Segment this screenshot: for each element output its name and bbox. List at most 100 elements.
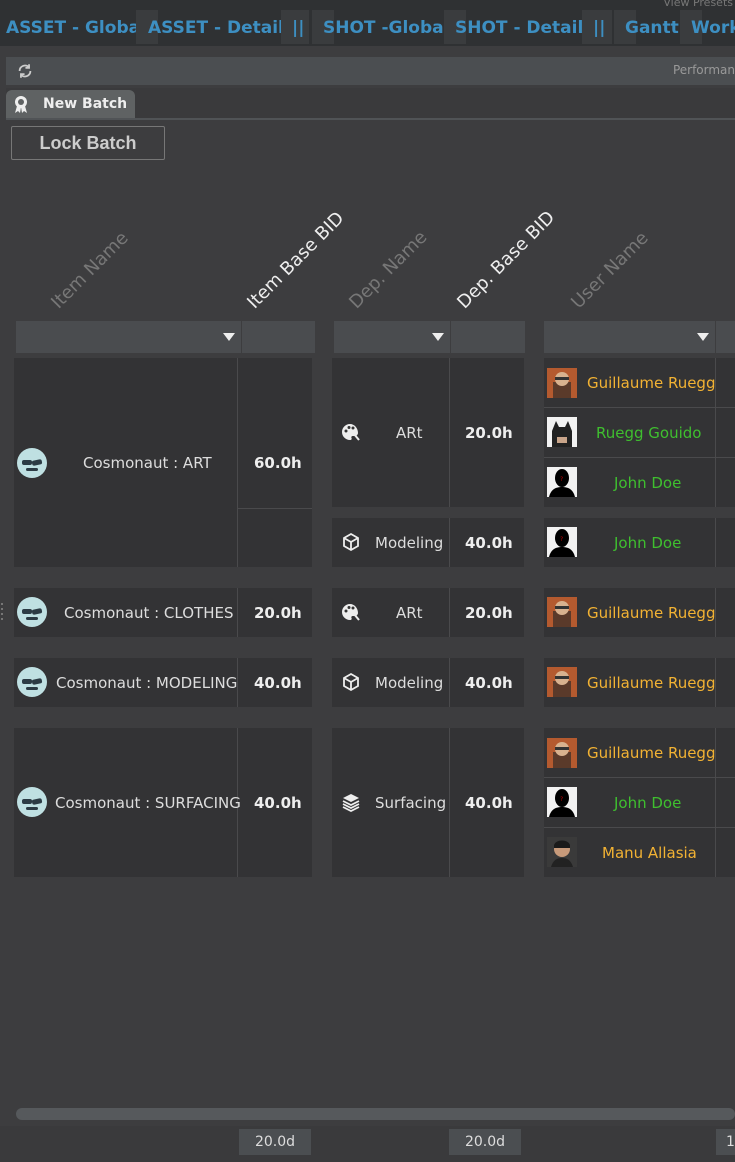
palette-icon xyxy=(342,424,360,441)
user-name: Manu Allasia xyxy=(602,844,697,862)
avatar xyxy=(547,417,577,447)
dropdown-arrow-icon xyxy=(223,333,235,341)
palette-icon xyxy=(342,604,360,621)
table-row-item[interactable]: Cosmonaut : CLOTHES 20.0h xyxy=(14,588,312,637)
preset-divider-1[interactable]: || xyxy=(292,14,304,42)
avatar xyxy=(547,368,577,398)
table-row-users[interactable]: Guillaume Ruegg ? John Doe Manu Allasia xyxy=(544,728,735,877)
cube-icon xyxy=(343,532,359,552)
totals-footer xyxy=(0,1126,735,1162)
svg-text:?: ? xyxy=(560,796,563,803)
avatar xyxy=(547,667,577,697)
asset-face-icon xyxy=(17,667,47,697)
user-name: Guillaume Ruegg xyxy=(587,604,716,622)
preset-shot-details[interactable]: SHOT - Details xyxy=(455,14,593,42)
tab-new-batch[interactable]: New Batch xyxy=(6,90,135,118)
dep-name: Modeling xyxy=(375,534,444,552)
avatar: ? xyxy=(547,527,577,557)
user-name: John Doe xyxy=(614,474,682,492)
cell-divider xyxy=(544,777,735,778)
avatar xyxy=(547,597,577,627)
avatar xyxy=(547,738,577,768)
table-row-item[interactable]: Cosmonaut : MODELING 40.0h xyxy=(14,658,312,707)
cell-divider xyxy=(237,358,238,567)
table-row-item[interactable]: Cosmonaut : SURFACING 40.0h xyxy=(14,728,312,877)
horizontal-scrollbar[interactable] xyxy=(16,1108,735,1120)
item-base-bid: 60.0h xyxy=(254,454,302,472)
refresh-icon[interactable] xyxy=(16,62,34,80)
avatar: ? xyxy=(547,467,577,497)
cell-divider xyxy=(715,518,716,567)
cell-divider xyxy=(237,508,312,509)
cell-divider xyxy=(449,658,450,707)
item-name: Cosmonaut : ART xyxy=(83,454,212,472)
dep-base-bid: 40.0h xyxy=(465,534,513,552)
asset-face-icon xyxy=(17,448,47,478)
lock-batch-button[interactable]: Lock Batch xyxy=(11,126,165,160)
user-name: John Doe xyxy=(614,794,682,812)
tab-underline xyxy=(6,118,735,120)
item-base-bid: 40.0h xyxy=(254,674,302,692)
dep-name: ARt xyxy=(396,424,423,442)
table-row-users[interactable]: Guillaume Ruegg Ruegg Gouido ? John Doe xyxy=(544,358,735,507)
item-base-bid: 40.0h xyxy=(254,794,302,812)
table-row-dep[interactable]: Modeling 40.0h xyxy=(332,658,524,707)
filter-item-name[interactable] xyxy=(16,321,241,353)
user-name: Guillaume Ruegg xyxy=(587,374,716,392)
dropdown-arrow-icon xyxy=(432,333,444,341)
total-dep-base-bid: 20.0d xyxy=(449,1129,521,1155)
tab-strip: New Batch xyxy=(6,88,735,118)
filter-user-name[interactable] xyxy=(544,321,715,353)
column-header-user-name[interactable]: User Name xyxy=(567,228,652,313)
preset-divider-2[interactable]: || xyxy=(593,14,605,42)
dep-base-bid: 20.0h xyxy=(465,424,513,442)
table-row-dep[interactable]: ARt 20.0h xyxy=(332,358,524,507)
preset-asset-global[interactable]: ASSET - Global xyxy=(6,14,146,42)
table-row-users[interactable]: ? John Doe xyxy=(544,518,735,567)
preset-asset-details[interactable]: ASSET - Details xyxy=(148,14,294,42)
svg-text:?: ? xyxy=(560,536,563,543)
tab-label: New Batch xyxy=(43,96,128,112)
filter-item-base-bid[interactable] xyxy=(242,321,315,353)
filter-dep-base-bid[interactable] xyxy=(451,321,525,353)
asset-face-icon xyxy=(17,597,47,627)
cube-icon xyxy=(343,672,359,692)
column-header-dep-name[interactable]: Dep. Name xyxy=(345,227,431,313)
view-presets-bar: View Presets ASSET - Global ASSET - Deta… xyxy=(0,0,735,46)
table-row-users[interactable]: Guillaume Ruegg xyxy=(544,658,735,707)
toolbar: Performan xyxy=(6,57,735,85)
dep-base-bid: 40.0h xyxy=(465,794,513,812)
cell-divider xyxy=(449,588,450,637)
avatar: ? xyxy=(547,787,577,817)
panel-resize-handle[interactable] xyxy=(0,600,5,626)
cell-divider xyxy=(237,588,238,637)
table-row-dep[interactable]: Surfacing 40.0h xyxy=(332,728,524,877)
column-header-item-name[interactable]: Item Name xyxy=(47,228,132,313)
svg-text:?: ? xyxy=(560,476,563,483)
view-presets-label: View Presets xyxy=(663,0,733,9)
total-user: 1 xyxy=(716,1129,735,1155)
dropdown-arrow-icon xyxy=(697,333,709,341)
cell-divider xyxy=(544,827,735,828)
filter-next-column[interactable] xyxy=(716,321,735,353)
table-row-item[interactable]: Cosmonaut : ART 60.0h xyxy=(14,358,312,567)
dep-name: ARt xyxy=(396,604,423,622)
preset-gantt[interactable]: Gantt xyxy=(625,14,679,42)
performance-label[interactable]: Performan xyxy=(673,63,735,77)
table-row-dep[interactable]: ARt 20.0h xyxy=(332,588,524,637)
cell-divider xyxy=(544,457,735,458)
filter-dep-name[interactable] xyxy=(334,321,450,353)
user-name: Guillaume Ruegg xyxy=(587,744,716,762)
column-header-dep-base-bid[interactable]: Dep. Base BID xyxy=(453,207,559,313)
preset-work[interactable]: Work xyxy=(691,14,735,42)
column-header-item-base-bid[interactable]: Item Base BID xyxy=(243,208,348,313)
user-name: John Doe xyxy=(614,534,682,552)
app-window: View Presets ASSET - Global ASSET - Deta… xyxy=(0,0,735,1162)
preset-shot-global[interactable]: SHOT -Global xyxy=(323,14,449,42)
asset-face-icon xyxy=(17,787,47,817)
table-row-users[interactable]: Guillaume Ruegg xyxy=(544,588,735,637)
avatar xyxy=(547,837,577,867)
dep-name: Modeling xyxy=(375,674,444,692)
dep-base-bid: 40.0h xyxy=(465,674,513,692)
table-row-dep[interactable]: Modeling 40.0h xyxy=(332,518,524,567)
